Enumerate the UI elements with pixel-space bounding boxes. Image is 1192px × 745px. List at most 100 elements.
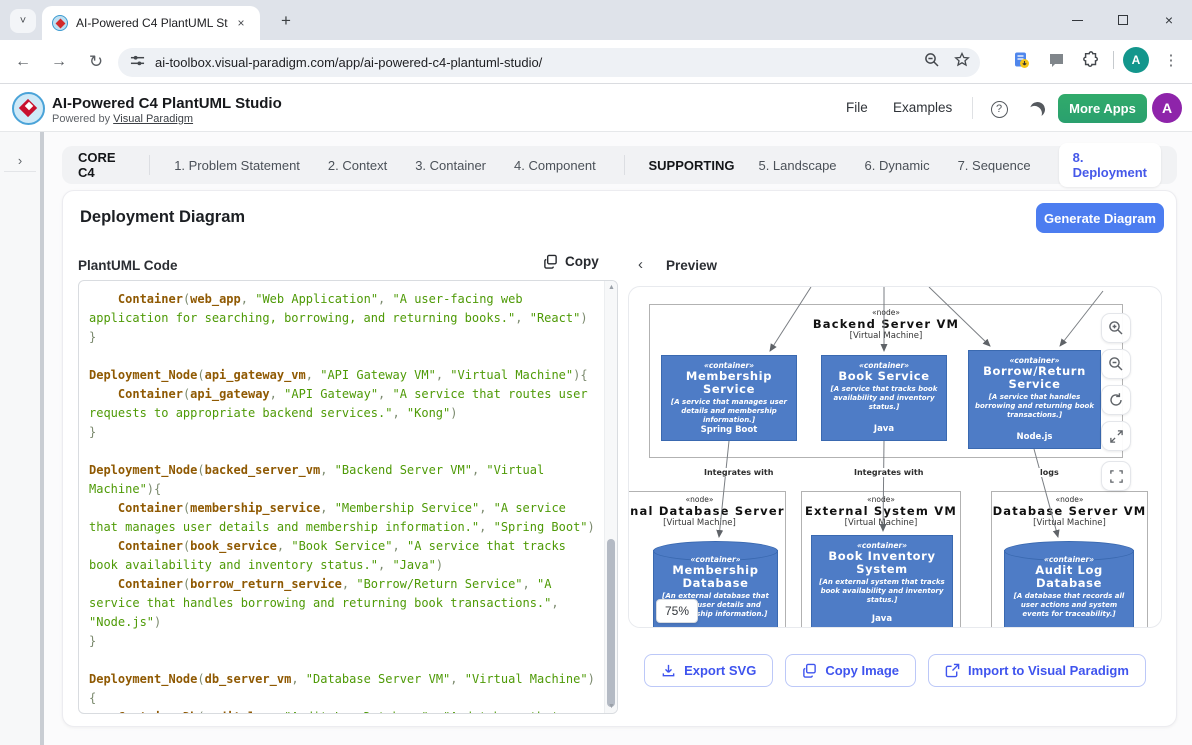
copy-icon: [543, 254, 558, 269]
forward-icon[interactable]: →: [48, 51, 70, 73]
copy-image-button[interactable]: Copy Image: [785, 654, 916, 687]
fit-expand-icon[interactable]: [1101, 421, 1131, 451]
export-svg-button[interactable]: Export SVG: [644, 654, 773, 687]
reading-list-icon[interactable]: [1008, 47, 1034, 73]
container-desc: [A service that handles borrowing and re…: [973, 393, 1096, 419]
sidebar-splitter[interactable]: [40, 132, 44, 745]
site-settings-icon[interactable]: [130, 53, 145, 73]
container-tech: Java: [872, 614, 892, 626]
node-subtitle: [Virtual Machine]: [628, 518, 785, 528]
extensions-puzzle-icon[interactable]: [1078, 47, 1104, 73]
code-line[interactable]: }: [89, 328, 597, 347]
node-subtitle: [Virtual Machine]: [650, 331, 1122, 341]
tab-landscape[interactable]: 5. Landscape: [758, 158, 836, 173]
header-separator: [972, 97, 973, 119]
scroll-up-icon[interactable]: ▲: [605, 284, 618, 291]
fullscreen-icon[interactable]: [1101, 461, 1131, 491]
tab-dynamic[interactable]: 6. Dynamic: [865, 158, 930, 173]
scroll-down-icon[interactable]: ▼: [605, 703, 618, 710]
code-line[interactable]: ContainerDb(audit_log, "Audit Log Databa…: [89, 708, 597, 714]
help-icon[interactable]: ?: [988, 98, 1010, 120]
code-scrollbar[interactable]: ▲ ▼: [604, 281, 617, 713]
window-controls: ×: [1054, 0, 1192, 40]
code-line[interactable]: Deployment_Node(db_server_vm, "Database …: [89, 670, 597, 708]
container-book-service: «container» Book Service [A service that…: [821, 355, 947, 441]
import-to-visual-paradigm-button[interactable]: Import to Visual Paradigm: [928, 654, 1146, 687]
code-line[interactable]: Container(web_app, "Web Application", "A…: [89, 290, 597, 328]
import-label: Import to Visual Paradigm: [968, 663, 1129, 678]
preview-panel-label: Preview: [666, 258, 717, 273]
code-scrollbar-thumb[interactable]: [607, 539, 615, 707]
code-line[interactable]: }: [89, 423, 597, 442]
tab-close-icon[interactable]: ×: [232, 14, 250, 32]
dark-mode-moon-icon[interactable]: [1026, 98, 1048, 120]
toolbar-separator: [1113, 51, 1114, 69]
container-tech: Node.js: [1016, 432, 1052, 444]
code-editor-content[interactable]: Container(web_app, "Web Application", "A…: [79, 281, 603, 714]
comment-icon[interactable]: [1043, 47, 1069, 73]
browser-tab[interactable]: AI-Powered C4 PlantUML Studio ×: [42, 6, 260, 40]
more-apps-button[interactable]: More Apps: [1058, 94, 1147, 123]
browser-menu-icon[interactable]: ⋮: [1158, 47, 1184, 73]
node-title: ernal Database Server: [628, 504, 785, 518]
tab-deployment[interactable]: 8. Deployment: [1059, 143, 1161, 187]
diagram-tab-bar: CORE C4 1. Problem Statement 2. Context …: [62, 146, 1177, 184]
browser-profile-avatar[interactable]: A: [1123, 47, 1149, 73]
copy-image-label: Copy Image: [825, 663, 899, 678]
file-menu[interactable]: File: [846, 100, 868, 115]
plantuml-code-editor[interactable]: Container(web_app, "Web Application", "A…: [78, 280, 618, 714]
container-desc: [An external system that tracks book ava…: [816, 578, 948, 604]
examples-menu[interactable]: Examples: [893, 100, 952, 115]
container-membership-service: «container» Membership Service [A servic…: [661, 355, 797, 441]
container-title: Borrow/Return Service: [973, 365, 1096, 391]
window-minimize-icon[interactable]: [1054, 0, 1100, 40]
code-line[interactable]: Container(borrow_return_service, "Borrow…: [89, 575, 597, 632]
back-icon[interactable]: ←: [12, 51, 34, 73]
preview-zoom-controls: [1101, 313, 1131, 491]
address-bar[interactable]: ai-toolbox.visual-paradigm.com/app/ai-po…: [118, 48, 980, 77]
external-link-icon: [945, 663, 960, 678]
user-avatar[interactable]: A: [1152, 93, 1182, 123]
code-line[interactable]: Container(book_service, "Book Service", …: [89, 537, 597, 575]
window-close-icon[interactable]: ×: [1146, 0, 1192, 40]
tab-problem-statement[interactable]: 1. Problem Statement: [174, 158, 300, 173]
bookmark-star-icon[interactable]: [954, 52, 970, 73]
sidebar-expand-icon[interactable]: ›: [10, 150, 30, 170]
code-line[interactable]: [89, 347, 597, 366]
code-panel-label: PlantUML Code: [78, 258, 178, 273]
tab-container[interactable]: 3. Container: [415, 158, 486, 173]
tab-search-icon[interactable]: ˅: [10, 9, 36, 33]
container-desc: [A service that tracks book availability…: [826, 385, 942, 411]
zoom-in-icon[interactable]: [1101, 313, 1131, 343]
preview-collapse-icon[interactable]: ‹: [638, 256, 643, 273]
container-title: Book Inventory System: [816, 550, 948, 576]
visual-paradigm-link[interactable]: Visual Paradigm: [113, 113, 193, 125]
code-line[interactable]: }: [89, 632, 597, 651]
tab-component[interactable]: 4. Component: [514, 158, 596, 173]
reload-icon[interactable]: ↻: [85, 51, 107, 73]
code-line[interactable]: [89, 442, 597, 461]
container-desc: [A database that records all user action…: [1009, 592, 1129, 618]
node-title: Database Server VM: [992, 504, 1147, 518]
code-line[interactable]: Deployment_Node(backed_server_vm, "Backe…: [89, 461, 597, 499]
node-title: External System VM: [802, 504, 960, 518]
container-title: Audit Log Database: [1009, 564, 1129, 590]
diagram-preview[interactable]: «node» Backend Server VM [Virtual Machin…: [628, 286, 1162, 628]
code-line[interactable]: Deployment_Node(api_gateway_vm, "API Gat…: [89, 366, 597, 385]
tab-context[interactable]: 2. Context: [328, 158, 387, 173]
reset-view-icon[interactable]: [1101, 385, 1131, 415]
edge-label: logs: [1037, 468, 1062, 477]
generate-diagram-button[interactable]: Generate Diagram: [1036, 203, 1164, 233]
node-stereotype: «node»: [992, 495, 1147, 504]
copy-code-button[interactable]: Copy: [543, 254, 599, 269]
new-tab-icon[interactable]: +: [275, 10, 297, 32]
code-line[interactable]: Container(membership_service, "Membershi…: [89, 499, 597, 537]
url-text[interactable]: ai-toolbox.visual-paradigm.com/app/ai-po…: [155, 55, 910, 70]
code-line[interactable]: Container(api_gateway, "API Gateway", "A…: [89, 385, 597, 423]
code-line[interactable]: [89, 651, 597, 670]
zoom-out-icon[interactable]: [1101, 349, 1131, 379]
node-subtitle: [Virtual Machine]: [802, 518, 960, 528]
tab-sequence[interactable]: 7. Sequence: [958, 158, 1031, 173]
window-maximize-icon[interactable]: [1100, 0, 1146, 40]
zoom-out-page-icon[interactable]: [924, 52, 940, 73]
